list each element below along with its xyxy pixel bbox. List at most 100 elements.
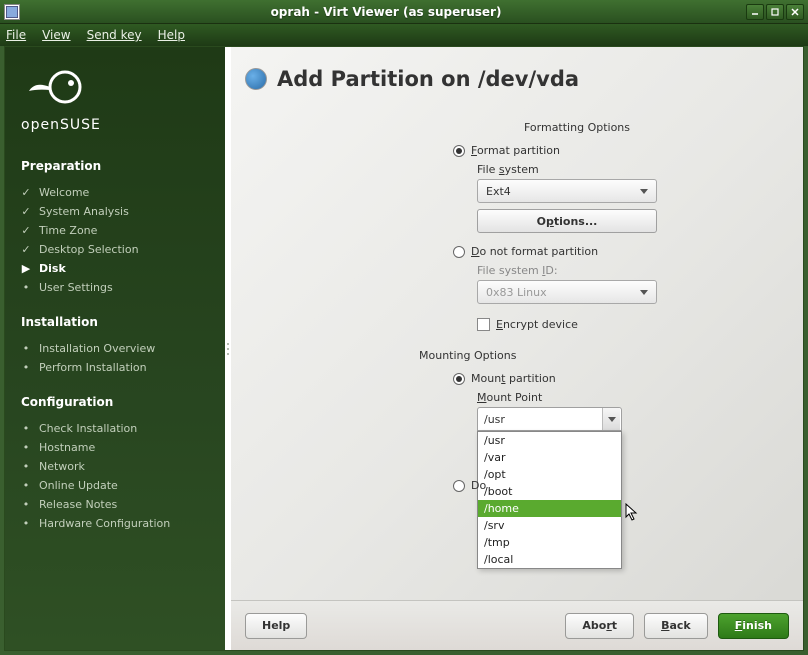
mount-point-combo[interactable]: /usr — [477, 407, 622, 431]
filesystem-value: Ext4 — [486, 185, 511, 198]
radio-icon[interactable] — [453, 246, 465, 258]
finish-button[interactable]: Finish — [718, 613, 789, 639]
filesystem-combo[interactable]: Ext4 — [477, 179, 657, 203]
back-button[interactable]: Back — [644, 613, 708, 639]
sidebar-item-release-notes[interactable]: •Release Notes — [21, 495, 209, 514]
chevron-down-icon — [640, 189, 648, 194]
sidebar-item-timezone[interactable]: ✓Time Zone — [21, 221, 209, 240]
mount-partition-label: Mount partition — [471, 372, 556, 385]
dropdown-option-tmp[interactable]: /tmp — [478, 534, 621, 551]
bullet-icon: • — [21, 479, 31, 492]
encrypt-label: Encrypt device — [496, 318, 578, 331]
menu-help[interactable]: Help — [158, 28, 185, 42]
globe-icon — [245, 68, 267, 90]
chevron-down-icon — [640, 290, 648, 295]
opensuse-logo: openSUSE — [21, 69, 209, 133]
sidebar-item-online-update[interactable]: •Online Update — [21, 476, 209, 495]
menu-file[interactable]: File — [6, 28, 26, 42]
sidebar-item-disk[interactable]: ▶Disk — [21, 259, 209, 278]
mount-point-value: /usr — [484, 413, 505, 426]
maximize-button[interactable] — [766, 4, 784, 20]
sidebar-heading-configuration: Configuration — [21, 395, 209, 409]
check-icon: ✓ — [21, 186, 31, 199]
dropdown-option-home[interactable]: /home — [478, 500, 621, 517]
fs-options-button[interactable]: Options... — [477, 209, 657, 233]
fsid-value: 0x83 Linux — [486, 286, 547, 299]
window-titlebar: oprah - Virt Viewer (as superuser) — [0, 0, 808, 24]
mounting-options-label: Mounting Options — [419, 349, 763, 362]
sidebar-item-user-settings[interactable]: •User Settings — [21, 278, 209, 297]
mount-point-combo-wrap: /usr /usr /var /opt /boot /home /srv /tm… — [477, 407, 622, 431]
bullet-icon: • — [21, 441, 31, 454]
check-icon: ✓ — [21, 205, 31, 218]
fsid-label: File system ID: — [477, 264, 763, 277]
check-icon: ✓ — [21, 224, 31, 237]
formatting-options-label: Formatting Options — [391, 121, 763, 134]
brand-text: openSUSE — [21, 117, 209, 133]
bullet-icon: • — [21, 460, 31, 473]
check-icon: ✓ — [21, 243, 31, 256]
viewer-content: openSUSE Preparation ✓Welcome ✓System An… — [4, 46, 804, 651]
arrow-right-icon: ▶ — [21, 262, 31, 275]
menu-sendkey[interactable]: Send key — [87, 28, 142, 42]
sidebar-item-hardware-configuration[interactable]: •Hardware Configuration — [21, 514, 209, 533]
sidebar-item-system-analysis[interactable]: ✓System Analysis — [21, 202, 209, 221]
dropdown-option-local[interactable]: /local — [478, 551, 621, 568]
page-header: Add Partition on /dev/vda — [231, 47, 803, 121]
fsid-combo: 0x83 Linux — [477, 280, 657, 304]
checkbox-icon[interactable] — [477, 318, 490, 331]
minimize-button[interactable] — [746, 4, 764, 20]
dropdown-option-srv[interactable]: /srv — [478, 517, 621, 534]
help-button[interactable]: Help — [245, 613, 307, 639]
page-title: Add Partition on /dev/vda — [277, 67, 579, 91]
sidebar-section-preparation: Preparation ✓Welcome ✓System Analysis ✓T… — [21, 159, 209, 297]
radio-icon[interactable] — [453, 145, 465, 157]
dropdown-option-usr[interactable]: /usr — [478, 432, 621, 449]
radio-icon[interactable] — [453, 480, 465, 492]
do-not-mount-radio-row[interactable]: Do — [453, 479, 486, 492]
bullet-icon: • — [21, 422, 31, 435]
sidebar-heading-installation: Installation — [21, 315, 209, 329]
sidebar-heading-preparation: Preparation — [21, 159, 209, 173]
do-not-mount-label-partial: Do — [471, 479, 486, 492]
sidebar-item-hostname[interactable]: •Hostname — [21, 438, 209, 457]
sidebar-section-configuration: Configuration •Check Installation •Hostn… — [21, 395, 209, 533]
main-content: Add Partition on /dev/vda Formatting Opt… — [231, 47, 803, 650]
dropdown-option-var[interactable]: /var — [478, 449, 621, 466]
menu-view[interactable]: View — [42, 28, 70, 42]
window-title: oprah - Virt Viewer (as superuser) — [26, 5, 746, 19]
bullet-icon: • — [21, 342, 31, 355]
mount-point-label: Mount Point — [477, 391, 763, 404]
format-partition-label: Format partition — [471, 144, 560, 157]
bullet-icon: • — [21, 517, 31, 530]
dropdown-option-opt[interactable]: /opt — [478, 466, 621, 483]
bullet-icon: • — [21, 281, 31, 294]
mount-point-dropdown: /usr /var /opt /boot /home /srv /tmp /lo… — [477, 431, 622, 569]
bullet-icon: • — [21, 361, 31, 374]
footer-bar: Help Abort Back Finish — [231, 600, 803, 650]
sidebar-item-welcome[interactable]: ✓Welcome — [21, 183, 209, 202]
menubar: File View Send key Help — [0, 24, 808, 46]
mouse-cursor-icon — [625, 503, 641, 523]
sidebar-section-installation: Installation •Installation Overview •Per… — [21, 315, 209, 377]
dropdown-option-boot[interactable]: /boot — [478, 483, 621, 500]
encrypt-row[interactable]: Encrypt device — [477, 318, 763, 331]
mount-partition-radio-row[interactable]: Mount partition — [453, 372, 763, 385]
sidebar-item-installation-overview[interactable]: •Installation Overview — [21, 339, 209, 358]
sidebar-item-network[interactable]: •Network — [21, 457, 209, 476]
noformat-partition-radio-row[interactable]: Do not format partition — [453, 245, 763, 258]
close-button[interactable] — [786, 4, 804, 20]
chevron-down-icon — [608, 417, 616, 422]
sidebar-item-check-installation[interactable]: •Check Installation — [21, 419, 209, 438]
bullet-icon: • — [21, 498, 31, 511]
format-partition-radio-row[interactable]: Format partition — [453, 144, 763, 157]
partition-form: Formatting Options Format partition File… — [231, 121, 803, 600]
noformat-label: Do not format partition — [471, 245, 598, 258]
sidebar-item-perform-installation[interactable]: •Perform Installation — [21, 358, 209, 377]
sidebar-item-desktop-selection[interactable]: ✓Desktop Selection — [21, 240, 209, 259]
window-icon — [4, 4, 20, 20]
installer-sidebar: openSUSE Preparation ✓Welcome ✓System An… — [5, 47, 225, 650]
radio-icon[interactable] — [453, 373, 465, 385]
abort-button[interactable]: Abort — [565, 613, 634, 639]
dropdown-button[interactable] — [602, 408, 620, 430]
